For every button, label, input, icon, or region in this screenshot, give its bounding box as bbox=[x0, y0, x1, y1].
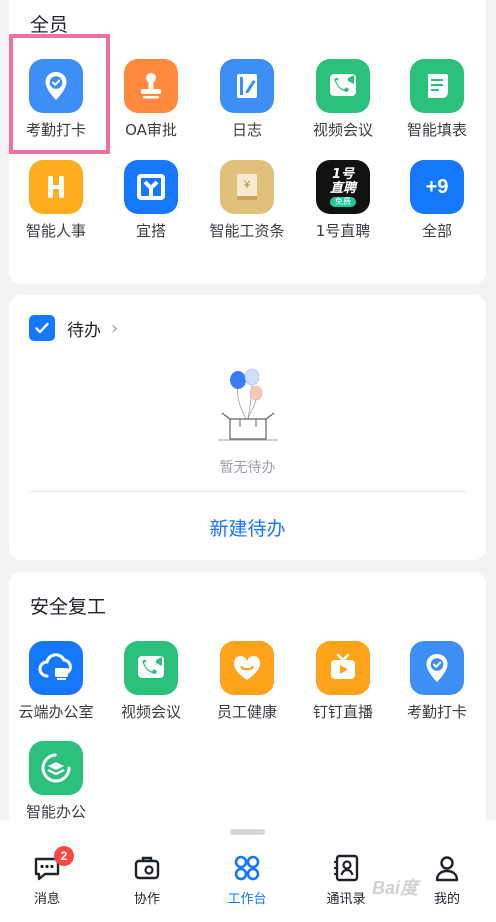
salary-icon: ¥ bbox=[220, 160, 274, 214]
form-icon bbox=[410, 59, 464, 113]
app-attendance-2[interactable]: 考勤打卡 bbox=[389, 641, 485, 722]
app-label: OA审批 bbox=[125, 121, 177, 139]
app-label: 智能填表 bbox=[406, 121, 467, 139]
app-video-meeting[interactable]: 视频会议 bbox=[295, 59, 391, 140]
video-call-icon bbox=[316, 59, 370, 113]
heart-face-icon bbox=[220, 641, 274, 695]
app-label: 宜搭 bbox=[135, 222, 166, 240]
safe-return-card: 安全复工 云端办公室 视频会议 员工健康 钉钉直播 考勤打卡 智能办公 bbox=[9, 572, 486, 832]
app-journal[interactable]: 日志 bbox=[199, 59, 295, 140]
tab-label: 通讯录 bbox=[326, 892, 366, 907]
new-todo-button[interactable]: 新建待办 bbox=[9, 514, 486, 541]
app-recruit[interactable]: 1号 直聘 免费 1号直聘 bbox=[295, 160, 391, 241]
todo-empty-text: 暂无待办 bbox=[219, 460, 276, 476]
recruit-logo-line1: 1号 bbox=[331, 166, 355, 182]
cloud-computer-icon bbox=[29, 641, 83, 695]
tab-collaboration[interactable]: 协作 bbox=[112, 852, 182, 907]
todo-title: 待办 bbox=[67, 320, 101, 341]
app-cloud-office[interactable]: 云端办公室 bbox=[8, 641, 104, 722]
unread-badge: 2 bbox=[54, 846, 74, 866]
person-icon bbox=[412, 852, 482, 884]
bottom-tab-bar: 2 消息 协作 工作台 通讯录 我的 bbox=[0, 820, 496, 922]
app-label: 视频会议 bbox=[312, 121, 373, 139]
journal-icon bbox=[220, 59, 274, 113]
highlight-box bbox=[9, 34, 110, 154]
app-label: 智能工资条 bbox=[209, 222, 285, 240]
app-yida[interactable]: 宜搭 bbox=[103, 160, 199, 241]
h-letter-icon bbox=[29, 160, 83, 214]
recruit-logo-line2: 直聘 bbox=[329, 180, 356, 196]
video-call-icon bbox=[124, 641, 178, 695]
chevron-right-icon: › bbox=[111, 317, 119, 339]
grid-icon bbox=[212, 852, 282, 884]
drag-handle[interactable] bbox=[230, 829, 265, 835]
section-title-safe-return: 安全复工 bbox=[30, 596, 107, 618]
contacts-icon bbox=[311, 852, 381, 884]
tab-label: 协作 bbox=[133, 892, 160, 907]
live-tv-icon bbox=[316, 641, 370, 695]
tab-label: 工作台 bbox=[227, 892, 267, 907]
app-label: 员工健康 bbox=[216, 703, 277, 721]
app-smart-hr[interactable]: 智能人事 bbox=[8, 160, 104, 241]
tab-label: 消息 bbox=[33, 892, 60, 907]
app-oa-approval[interactable]: OA审批 bbox=[103, 59, 199, 140]
app-label: 考勤打卡 bbox=[406, 703, 467, 721]
tab-workbench[interactable]: 工作台 bbox=[212, 852, 282, 907]
app-smart-form[interactable]: 智能填表 bbox=[389, 59, 485, 140]
stamp-icon bbox=[124, 59, 178, 113]
app-dingtalk-live[interactable]: 钉钉直播 bbox=[295, 641, 391, 722]
chat-bubble-icon: 2 bbox=[12, 846, 82, 884]
app-label: 1号直聘 bbox=[315, 222, 371, 240]
plus-nine-icon: +9 bbox=[410, 160, 464, 214]
todo-card: 待办 › 暂无待办 新建待办 bbox=[9, 295, 486, 560]
watermark: Bai度 bbox=[372, 878, 419, 898]
smart-office-icon bbox=[29, 741, 83, 795]
app-label: 智能办公 bbox=[25, 803, 86, 821]
app-label: 日志 bbox=[231, 121, 262, 139]
section-title-all-staff: 全员 bbox=[30, 14, 69, 36]
yida-logo-icon bbox=[124, 160, 178, 214]
tab-contacts[interactable]: 通讯录 bbox=[311, 852, 381, 907]
tab-messages[interactable]: 2 消息 bbox=[12, 846, 82, 907]
app-label: 云端办公室 bbox=[18, 703, 94, 721]
app-label: 全部 bbox=[421, 222, 452, 240]
app-smart-office[interactable]: 智能办公 bbox=[8, 741, 104, 822]
app-video-meeting-2[interactable]: 视频会议 bbox=[103, 641, 199, 722]
app-label: 钉钉直播 bbox=[312, 703, 373, 721]
briefcase-icon bbox=[112, 852, 182, 884]
checkbox-icon bbox=[29, 315, 55, 341]
app-label: 智能人事 bbox=[25, 222, 86, 240]
svg-text:¥: ¥ bbox=[243, 179, 251, 191]
tab-me[interactable]: 我的 bbox=[412, 852, 482, 907]
app-smart-salary[interactable]: ¥ 智能工资条 bbox=[199, 160, 295, 241]
todo-header[interactable]: 待办 › bbox=[29, 315, 118, 341]
recruit-logo-icon: 1号 直聘 免费 bbox=[316, 160, 370, 214]
app-all[interactable]: +9 全部 bbox=[389, 160, 485, 241]
location-check-icon bbox=[410, 641, 464, 695]
empty-balloon-box-illustration bbox=[216, 367, 280, 451]
recruit-logo-tag: 免费 bbox=[329, 196, 356, 207]
divider bbox=[29, 491, 466, 492]
app-label: 视频会议 bbox=[120, 703, 181, 721]
tab-label: 我的 bbox=[433, 892, 460, 907]
app-employee-health[interactable]: 员工健康 bbox=[199, 641, 295, 722]
